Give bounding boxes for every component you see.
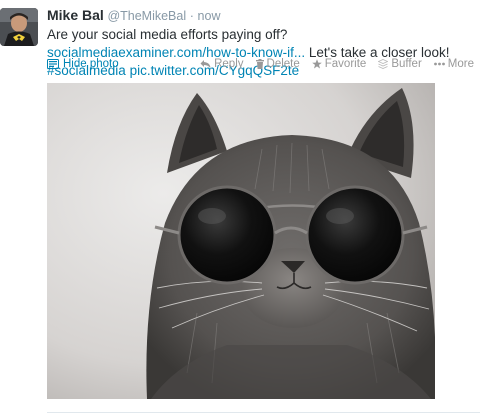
delete-button[interactable]: Delete [255,58,300,70]
tweet-actions: Hide photo Reply Delete Favorite Buffer … [47,58,474,76]
star-icon [311,59,322,69]
trash-icon [255,59,264,69]
favorite-button[interactable]: Favorite [311,58,367,70]
author-fullname[interactable]: Mike Bal [47,7,104,23]
more-label: More [447,58,474,70]
favorite-label: Favorite [324,58,367,70]
tweet-header: Mike Bal @TheMikeBal · now [47,6,472,25]
buffer-icon [378,59,389,69]
tweet: Mike Bal @TheMikeBal · now Are your soci… [0,0,480,417]
more-dots-icon [433,62,445,66]
more-button[interactable]: More [433,58,474,70]
author-username[interactable]: @TheMikeBal [107,9,186,23]
cat-photo-image [47,83,435,399]
avatar-image [0,8,38,46]
delete-label: Delete [266,58,300,70]
hide-photo-label: Hide photo [63,58,119,70]
tweet-photo[interactable] [47,83,435,399]
tweet-divider [47,412,480,413]
reply-button[interactable]: Reply [200,58,244,70]
action-list: Reply Delete Favorite Buffer More [200,58,474,70]
hide-photo-button[interactable]: Hide photo [47,58,119,70]
buffer-label: Buffer [391,58,422,70]
reply-icon [200,60,211,68]
photo-icon [47,59,59,69]
tweet-timestamp[interactable]: now [198,9,221,23]
reply-label: Reply [214,58,244,70]
separator-dot: · [189,9,194,23]
buffer-button[interactable]: Buffer [378,58,422,70]
tweet-text-part1: Are your social media efforts paying off… [47,27,288,42]
avatar[interactable] [0,8,38,46]
